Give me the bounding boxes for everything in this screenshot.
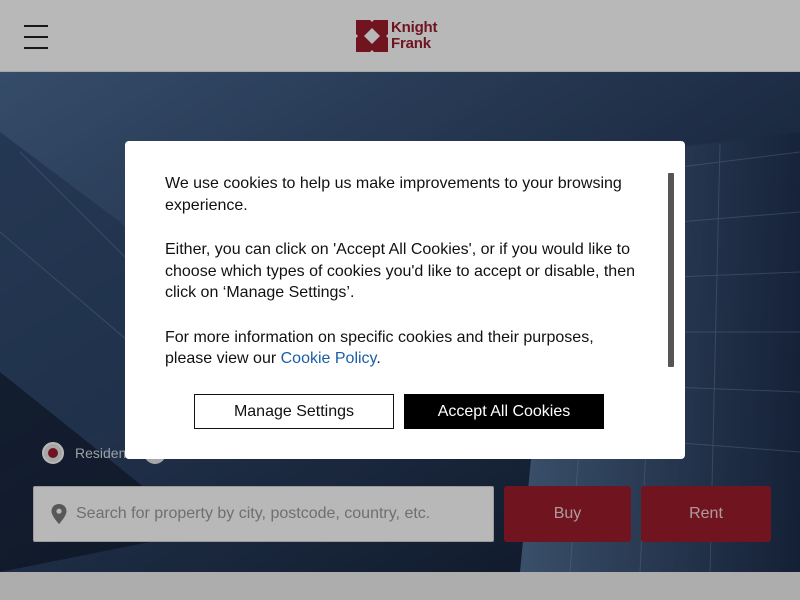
cookie-choice-text: Either, you can click on 'Accept All Coo… <box>165 241 635 301</box>
cookie-intro-text: We use cookies to help us make improveme… <box>165 175 622 214</box>
cookie-info-text: For more information on specific cookies… <box>165 327 645 370</box>
manage-settings-button[interactable]: Manage Settings <box>194 394 394 429</box>
accept-all-cookies-button[interactable]: Accept All Cookies <box>404 394 604 429</box>
dialog-scrollbar[interactable] <box>668 173 674 367</box>
cookie-policy-link[interactable]: Cookie Policy <box>281 350 377 367</box>
cookie-dialog-text: We use cookies to help us make improveme… <box>165 173 645 393</box>
cookie-consent-dialog: We use cookies to help us make improveme… <box>125 141 685 459</box>
cookie-info-suffix: . <box>376 350 381 367</box>
